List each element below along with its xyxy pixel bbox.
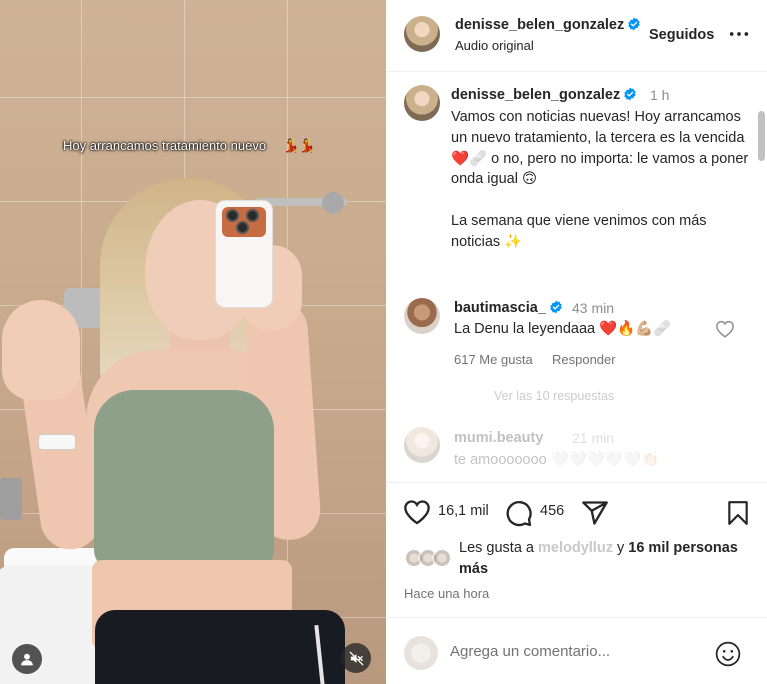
caption-author-username[interactable]: denisse_belen_gonzalez: [451, 87, 620, 103]
comment-text: La Denu la leyendaaa ❤️🔥💪🏼🩹: [454, 321, 672, 337]
post-side-panel: denisse_belen_gonzalez Audio original Se…: [386, 0, 767, 684]
heart-icon[interactable]: [403, 499, 431, 525]
video-overlay-emoji: 💃💃: [283, 138, 316, 153]
green-crop-top: [94, 390, 274, 570]
comments-scrollbar[interactable]: [756, 73, 767, 481]
caption-paragraph: La semana que viene venimos con más noti…: [451, 212, 707, 250]
mute-button[interactable]: [341, 643, 371, 673]
author-username[interactable]: denisse_belen_gonzalez: [455, 17, 641, 33]
comment-like-count[interactable]: 617 Me gusta: [454, 352, 533, 367]
verified-badge-icon: [624, 87, 637, 101]
scrollbar-thumb[interactable]: [758, 111, 765, 161]
following-button[interactable]: Seguidos: [649, 27, 714, 43]
comment-timestamp[interactable]: 43 min: [572, 300, 614, 316]
commenter-username-text[interactable]: bautimascia_: [454, 300, 546, 316]
caption-paragraph: Vamos con noticias nuevas! Hoy arrancamo…: [451, 109, 749, 188]
audio-label[interactable]: Audio original: [455, 38, 534, 53]
commenter-username[interactable]: bautimascia_: [454, 300, 563, 316]
likes-connector: y: [616, 540, 625, 556]
caption-text: Vamos con noticias nuevas! Hoy arrancamo…: [451, 107, 751, 253]
verified-badge-icon: [550, 300, 562, 314]
hospital-wristband: [38, 434, 76, 450]
post-timestamp[interactable]: Hace una hora: [404, 586, 489, 601]
caption-timestamp[interactable]: 1 h: [650, 87, 669, 103]
phone: [215, 200, 273, 308]
commenter-avatar[interactable]: [404, 427, 440, 463]
comments-list[interactable]: denisse_belen_gonzalez 1 h Vamos con not…: [386, 73, 767, 481]
reel-video[interactable]: Hoy arrancamos tratamiento nuevo 💃💃: [0, 0, 386, 684]
comment-icon[interactable]: [505, 499, 533, 527]
post-header: denisse_belen_gonzalez Audio original Se…: [386, 0, 767, 72]
left-hand: [2, 300, 80, 400]
person-selfie: [0, 0, 386, 684]
smiley-icon[interactable]: [715, 641, 741, 667]
action-bar: 16,1 mil 456: [386, 482, 767, 542]
comment-timestamp[interactable]: 21 min: [572, 430, 614, 446]
reply-button[interactable]: Responder: [552, 352, 616, 367]
video-overlay-caption: Hoy arrancamos tratamiento nuevo: [63, 138, 267, 153]
caption-author[interactable]: denisse_belen_gonzalez: [451, 87, 637, 103]
author-username-text[interactable]: denisse_belen_gonzalez: [455, 17, 624, 33]
view-replies-link[interactable]: Ver las 10 respuestas: [494, 389, 614, 403]
current-user-avatar: [404, 636, 438, 670]
bookmark-icon[interactable]: [725, 499, 751, 527]
commenter-avatar[interactable]: [404, 298, 440, 334]
black-pants: [95, 610, 345, 684]
tagged-users-button[interactable]: [12, 644, 42, 674]
more-dots-icon[interactable]: [728, 24, 750, 44]
liker-avatars: [404, 548, 454, 568]
share-icon[interactable]: [581, 499, 609, 527]
muted-speaker-icon: [349, 651, 363, 665]
comment-heart-icon[interactable]: [715, 320, 735, 338]
liker-username[interactable]: melodylluz: [538, 540, 613, 556]
comment-input[interactable]: [450, 643, 680, 660]
likes-prefix: Les gusta a: [459, 540, 534, 556]
verified-badge-icon: [628, 17, 641, 31]
add-comment-bar: [386, 617, 767, 684]
like-count[interactable]: 16,1 mil: [438, 503, 489, 519]
phone-camera: [222, 207, 266, 237]
comment-text: te amooooooo 🤍🤍🤍🤍🤍👏🏻: [454, 452, 660, 468]
comment-count[interactable]: 456: [540, 503, 564, 519]
author-avatar[interactable]: [404, 16, 440, 52]
commenter-username[interactable]: mumi.beauty: [454, 430, 543, 446]
user-icon: [21, 653, 33, 666]
caption-author-avatar[interactable]: [404, 85, 440, 121]
likes-text[interactable]: Les gusta a melodylluz y 16 mil personas…: [459, 538, 759, 579]
